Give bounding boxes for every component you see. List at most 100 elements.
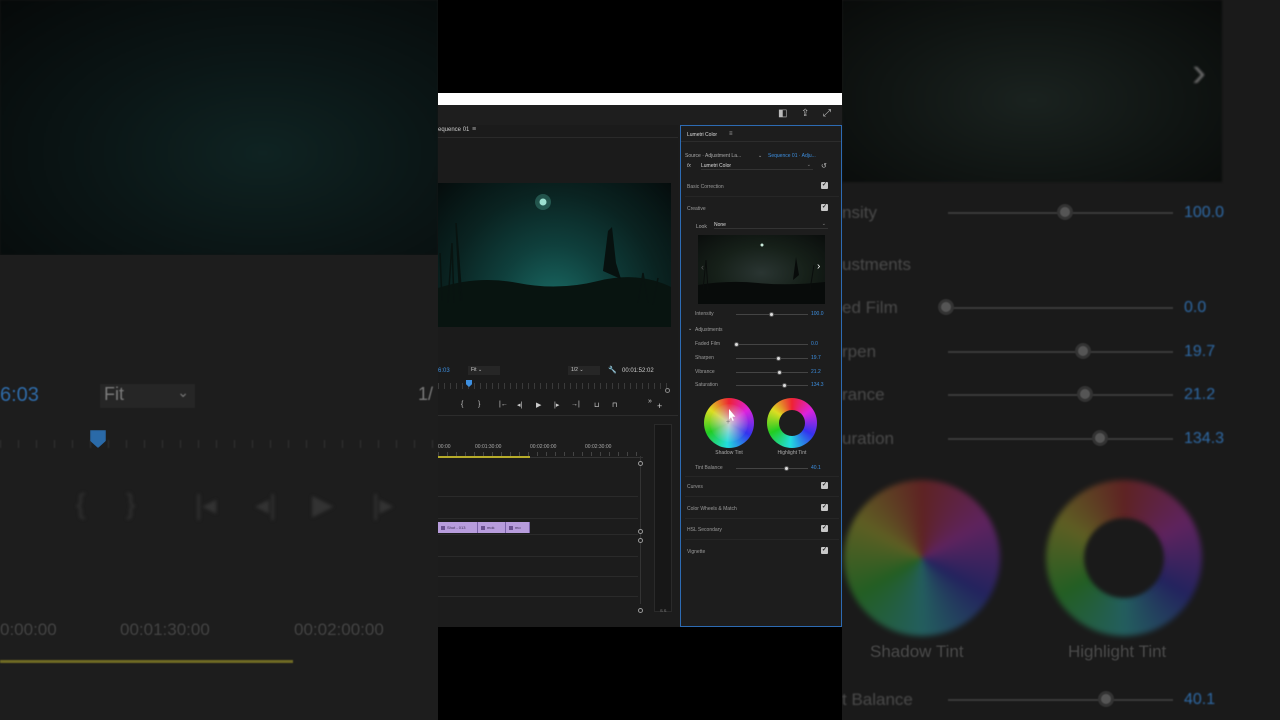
section-divider: [685, 196, 839, 197]
track-divider: [438, 596, 638, 597]
fullscreen-icon[interactable]: ⤢: [823, 108, 831, 119]
wrench-icon[interactable]: 🔧: [608, 366, 617, 374]
tint-balance-value[interactable]: 40.1: [811, 465, 821, 471]
intensity-knob[interactable]: [769, 312, 774, 317]
highlight-tint-wheel[interactable]: [767, 398, 817, 448]
scene-illustration: [438, 194, 671, 327]
section-vignette[interactable]: Vignette: [687, 549, 705, 555]
slider-track[interactable]: [736, 344, 808, 345]
track-divider: [438, 576, 638, 577]
background-step-fwd: |▸: [372, 489, 394, 520]
shadow-tint-wheel[interactable]: +: [704, 398, 754, 448]
program-tab[interactable]: equence 01: [438, 127, 469, 133]
reset-icon[interactable]: ↺: [821, 162, 827, 170]
section-color-wheels[interactable]: Color Wheels & Match: [687, 506, 737, 512]
sequence-clip-select[interactable]: Sequence 01 · Adju...: [768, 153, 816, 159]
tab-divider: [438, 137, 678, 138]
previous-look-icon[interactable]: ‹: [701, 262, 704, 272]
tint-balance-knob[interactable]: [783, 466, 789, 471]
timeline-clip[interactable]: Shot - 013: [438, 522, 478, 533]
chevron-down-icon[interactable]: ⌄: [758, 153, 762, 159]
slider-track[interactable]: [736, 372, 808, 373]
basic-correction-checkbox[interactable]: ✓: [821, 182, 828, 189]
background-chevron-icon: ›: [1192, 48, 1206, 95]
slider-track[interactable]: [736, 358, 808, 359]
section-creative[interactable]: Creative: [687, 206, 706, 212]
background-knob: [1057, 204, 1073, 220]
background-label: t Balance: [842, 690, 913, 709]
chevron-down-icon[interactable]: ⌄: [688, 326, 692, 332]
program-menu-icon[interactable]: ≡: [472, 126, 476, 133]
creative-checkbox[interactable]: ✓: [821, 204, 828, 211]
effect-select[interactable]: Lumetri Color ⌄: [701, 162, 813, 170]
crosshair-icon: +: [726, 419, 731, 426]
lumetri-menu-icon[interactable]: ≡: [729, 131, 733, 137]
section-hsl-secondary[interactable]: HSL Secondary: [687, 527, 722, 533]
share-icon[interactable]: ⇪: [801, 108, 809, 119]
resolution-select[interactable]: 1/2 ⌄: [568, 366, 600, 375]
background-shadow-wheel: [844, 480, 1000, 636]
mark-out-button[interactable]: }: [478, 401, 480, 408]
slider-knob[interactable]: [776, 370, 782, 375]
timeline-clip[interactable]: mok: [478, 522, 506, 533]
more-controls-button[interactable]: »: [648, 398, 652, 405]
section-divider: [685, 496, 839, 497]
work-area-bar[interactable]: [438, 456, 530, 458]
program-scrubber[interactable]: [438, 383, 671, 389]
timeline-clip[interactable]: mo: [506, 522, 530, 533]
slider-knob[interactable]: [781, 383, 787, 388]
timeline-panel: 00:00 00:01:30:00 00:02:00:00 00:02:30:0…: [438, 415, 678, 627]
fx-badge-icon: [481, 526, 485, 530]
slider-value[interactable]: 19.7: [811, 355, 821, 361]
go-to-out-button[interactable]: →|: [571, 401, 580, 408]
background-ruler: [0, 440, 438, 448]
slider-track[interactable]: [736, 385, 808, 386]
slider-value[interactable]: 0.0: [811, 341, 818, 347]
background-label: rpen: [842, 342, 877, 361]
slider-value[interactable]: 21.2: [811, 369, 821, 375]
background-ratio: 1/: [418, 384, 434, 404]
background-value: 0.0: [1184, 299, 1207, 316]
lumetri-title[interactable]: Lumetri Color: [687, 132, 717, 138]
lift-button[interactable]: ⊔: [594, 401, 599, 409]
slider-value[interactable]: 134.3: [811, 382, 824, 388]
hsl-secondary-checkbox[interactable]: ✓: [821, 525, 828, 532]
highlight-tint-center: [779, 410, 805, 436]
adjustments-heading[interactable]: Adjustments: [695, 327, 723, 333]
panel-layout-icon[interactable]: ◧: [778, 108, 787, 119]
background-knob: [1077, 386, 1093, 402]
background-knob: [1098, 691, 1114, 707]
source-clip-select[interactable]: Source · Adjustment La...: [685, 153, 741, 159]
section-basic-correction[interactable]: Basic Correction: [687, 184, 724, 190]
mark-in-button[interactable]: {: [461, 401, 463, 408]
slider-knob[interactable]: [775, 356, 781, 361]
scroll-handle[interactable]: [638, 461, 643, 466]
step-back-button[interactable]: ◂|: [517, 401, 522, 409]
look-label: Look: [696, 224, 707, 230]
play-button[interactable]: ▶: [536, 401, 541, 409]
curves-checkbox[interactable]: ✓: [821, 482, 828, 489]
scroll-handle[interactable]: [638, 608, 643, 613]
scroll-handle[interactable]: [638, 538, 643, 543]
intensity-value[interactable]: 100.0: [811, 311, 824, 317]
next-look-icon[interactable]: ›: [817, 261, 820, 272]
extract-button[interactable]: ⊓: [612, 401, 617, 409]
slider-knob[interactable]: [733, 342, 739, 347]
scrub-end-marker[interactable]: [665, 388, 670, 393]
add-button[interactable]: +: [657, 401, 662, 411]
look-select[interactable]: None ⌄: [714, 221, 828, 229]
background-shadow-label: Shadow Tint: [870, 642, 964, 661]
audio-meter-label[interactable]: S S: [660, 608, 666, 613]
vignette-checkbox[interactable]: ✓: [821, 547, 828, 554]
fit-select[interactable]: Fit ⌄: [468, 366, 500, 375]
program-timecode[interactable]: 6:03: [438, 368, 450, 374]
go-to-in-button[interactable]: |←: [499, 401, 508, 408]
color-wheels-checkbox[interactable]: ✓: [821, 504, 828, 511]
slider-label: Saturation: [695, 382, 718, 388]
tint-balance-track[interactable]: [736, 468, 808, 469]
step-forward-button[interactable]: |▸: [554, 401, 559, 409]
scroll-handle[interactable]: [638, 529, 643, 534]
section-divider: [685, 539, 839, 540]
section-curves[interactable]: Curves: [687, 484, 703, 490]
intensity-label: Intensity: [695, 311, 714, 317]
